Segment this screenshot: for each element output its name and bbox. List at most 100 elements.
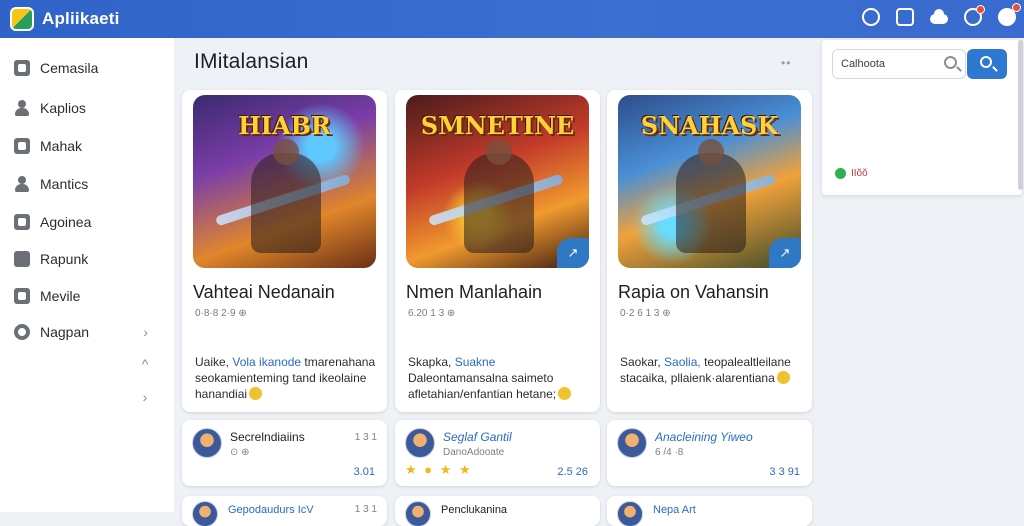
sidebar-item-label: Nagpan bbox=[40, 324, 90, 340]
search-input[interactable]: Calhoota bbox=[832, 49, 966, 79]
document-icon bbox=[14, 138, 30, 154]
game-title[interactable]: Nmen Manlahain bbox=[406, 282, 542, 303]
sidebar-item-mevile[interactable]: Mevile bbox=[0, 279, 174, 313]
game-description: Uaike, Vola ikanode tmarenahana seokamie… bbox=[195, 354, 377, 402]
item-name[interactable]: Secrelndiaiins bbox=[230, 430, 305, 444]
scrollbar[interactable] bbox=[1018, 40, 1023, 190]
avatar[interactable] bbox=[617, 501, 643, 526]
lock-icon[interactable] bbox=[896, 8, 914, 26]
hero-graphic bbox=[251, 139, 321, 253]
avatar-badge bbox=[1012, 3, 1021, 12]
game-art[interactable]: HIABR bbox=[193, 95, 376, 268]
sidebar: Cemasila Kaplios Mahak Mantics Agoinea R… bbox=[0, 38, 174, 512]
list-item[interactable]: Gepodaudurs IcV 1 3 1 bbox=[182, 496, 387, 526]
sidebar-item-rapunk[interactable]: Rapunk bbox=[0, 242, 174, 276]
game-art-title: SMNETINE bbox=[420, 111, 575, 140]
game-description: Saokar, Saolia, teopalealtleilane stacai… bbox=[620, 354, 802, 386]
media-icon bbox=[14, 288, 30, 304]
item-count: 1 3 1 bbox=[354, 504, 377, 515]
sidebar-item-agoinea[interactable]: Agoinea bbox=[0, 205, 174, 239]
status-text: IIŏŏ bbox=[851, 168, 868, 179]
emoji-icon bbox=[249, 387, 263, 400]
avatar[interactable] bbox=[405, 501, 431, 526]
list-item[interactable]: Nepa Art bbox=[607, 496, 812, 526]
app-logo-icon[interactable] bbox=[10, 7, 34, 31]
game-title[interactable]: Vahteai Nedanain bbox=[193, 282, 335, 303]
notification-icon[interactable] bbox=[964, 5, 985, 26]
list-item[interactable]: Anacleining Yiweo 6 /4 ·8 3 3 91 bbox=[607, 420, 812, 486]
list-item[interactable]: Penclukanina bbox=[395, 496, 600, 526]
sidebar-item-nagpan[interactable]: Nagpan › bbox=[0, 315, 174, 349]
game-card[interactable]: HIABR Vahteai Nedanain 0·8·8 2·9 ⊕ Uaike… bbox=[182, 90, 387, 412]
item-value: 3 3 91 bbox=[769, 466, 800, 478]
item-name[interactable]: Gepodaudurs IcV bbox=[228, 504, 314, 516]
avatar[interactable] bbox=[192, 428, 222, 458]
sidebar-item-label: Cemasila bbox=[40, 60, 99, 76]
game-meta: 0·2 6 1 3 ⊕ bbox=[620, 308, 671, 319]
sidebar-item-label: Mantics bbox=[40, 176, 89, 192]
desc-text: Daleontamansalna saimeto afletahian/enfa… bbox=[408, 371, 557, 401]
hero-graphic bbox=[676, 139, 746, 253]
emoji-icon bbox=[776, 371, 790, 384]
item-value: 3.01 bbox=[353, 466, 375, 478]
chevron-up-icon[interactable]: ^ bbox=[138, 356, 152, 372]
item-name[interactable]: Penclukanina bbox=[441, 504, 507, 516]
chevron-right-icon[interactable]: › bbox=[143, 324, 148, 340]
notification-badge bbox=[976, 5, 985, 14]
hero-graphic bbox=[464, 139, 534, 253]
page-title: IMitalansian bbox=[194, 50, 309, 73]
sidebar-item-cemasila[interactable]: Cemasila bbox=[0, 51, 174, 85]
person-icon bbox=[14, 100, 30, 116]
status-dot-icon bbox=[835, 168, 846, 179]
chevron-right-icon[interactable]: › bbox=[138, 389, 152, 405]
sidebar-item-label: Mahak bbox=[40, 138, 83, 154]
desc-text: Skapka, bbox=[408, 355, 455, 369]
search-panel: Calhoota IIŏŏ bbox=[822, 40, 1022, 195]
search-placeholder: Calhoota bbox=[841, 58, 886, 70]
desc-text: Uaike, bbox=[195, 355, 233, 369]
top-icons bbox=[862, 3, 1021, 26]
status-indicator: IIŏŏ bbox=[835, 168, 868, 179]
sidebar-item-mantics[interactable]: Mantics bbox=[0, 167, 174, 201]
edit-icon bbox=[14, 251, 30, 267]
game-art[interactable]: SNAHASK ↗ bbox=[618, 95, 801, 268]
more-options-icon[interactable]: •• bbox=[781, 56, 791, 70]
avatar[interactable] bbox=[617, 428, 647, 458]
box-icon bbox=[14, 214, 30, 230]
game-meta: 0·8·8 2·9 ⊕ bbox=[195, 308, 247, 319]
share-icon[interactable]: ↗ bbox=[557, 238, 589, 268]
chat-icon[interactable] bbox=[862, 8, 880, 26]
game-art[interactable]: SMNETINE ↗ bbox=[406, 95, 589, 268]
sidebar-item-label: Mevile bbox=[40, 288, 81, 304]
sidebar-item-kaplios[interactable]: Kaplios bbox=[0, 91, 174, 125]
desc-highlight[interactable]: Vola ikanode bbox=[232, 355, 301, 369]
user-avatar-icon[interactable] bbox=[998, 3, 1021, 26]
sidebar-item-mahak[interactable]: Mahak bbox=[0, 129, 174, 163]
desc-highlight[interactable]: Saolia, bbox=[664, 355, 701, 369]
game-card[interactable]: SNAHASK ↗ Rapia on Vahansin 0·2 6 1 3 ⊕ … bbox=[607, 90, 812, 412]
item-count: 1 3 1 bbox=[354, 432, 377, 443]
rating-stars: ★ ● ★ ★ bbox=[405, 462, 473, 477]
search-icon bbox=[980, 56, 992, 68]
avatar[interactable] bbox=[192, 501, 218, 526]
cloud-icon[interactable] bbox=[930, 8, 948, 26]
sidebar-item-label: Agoinea bbox=[40, 214, 92, 230]
game-art-title: SNAHASK bbox=[640, 111, 779, 140]
app-title: Apliikaeti bbox=[42, 9, 120, 28]
search-button[interactable] bbox=[967, 49, 1007, 79]
list-item[interactable]: Seglaf Gantil DanoAdooate ★ ● ★ ★ 2.5 26 bbox=[395, 420, 600, 486]
item-name[interactable]: Seglaf Gantil bbox=[443, 430, 512, 444]
share-icon[interactable]: ↗ bbox=[769, 238, 801, 268]
game-meta: 6.20 1 3 ⊕ bbox=[408, 308, 456, 319]
avatar[interactable] bbox=[405, 428, 435, 458]
item-name[interactable]: Nepa Art bbox=[653, 504, 696, 516]
game-card[interactable]: SMNETINE ↗ Nmen Manlahain 6.20 1 3 ⊕ Ska… bbox=[395, 90, 600, 412]
game-title[interactable]: Rapia on Vahansin bbox=[618, 282, 769, 303]
sidebar-item-label: Kaplios bbox=[40, 100, 86, 116]
top-bar: Apliikaeti bbox=[0, 0, 1024, 38]
desc-highlight[interactable]: Suakne bbox=[455, 355, 496, 369]
list-item[interactable]: Secrelndiaiins ⊙ ⊕ 1 3 1 3.01 bbox=[182, 420, 387, 486]
sidebar-item-label: Rapunk bbox=[40, 251, 89, 267]
search-icon bbox=[944, 56, 957, 69]
item-name[interactable]: Anacleining Yiweo bbox=[655, 430, 753, 444]
